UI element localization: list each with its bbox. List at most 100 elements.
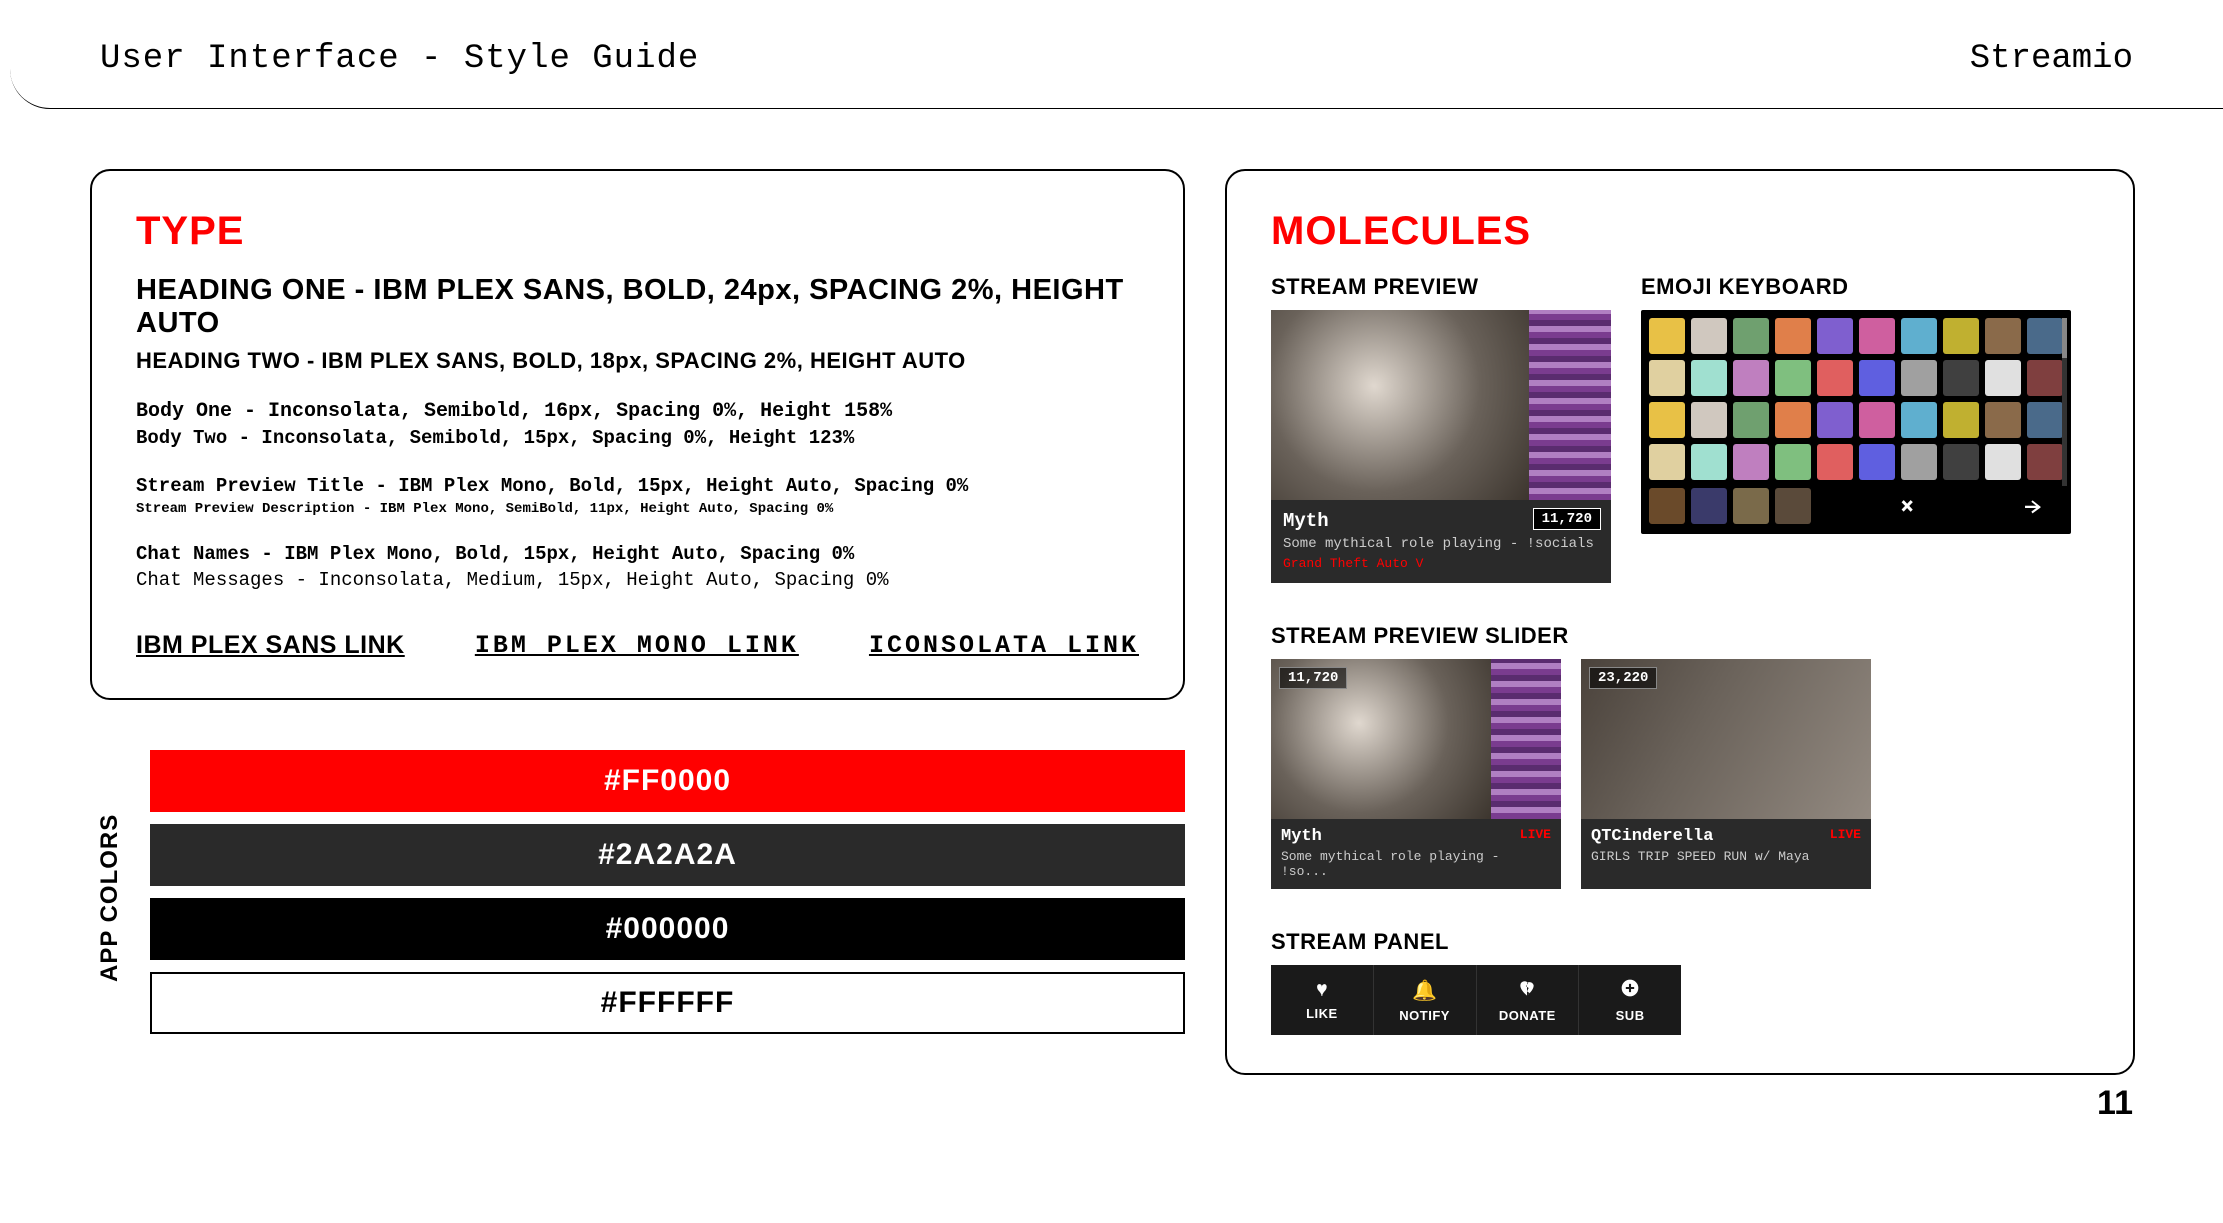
emoji-cell[interactable]: [1691, 402, 1727, 438]
slider-title: QTCinderella: [1591, 827, 1861, 846]
app-colors-label: APP COLORS: [90, 750, 130, 1046]
slider-card[interactable]: 11,720 LIVE Myth Some mythical role play…: [1271, 659, 1561, 889]
stream-preview-title-spec: Stream Preview Title - IBM Plex Mono, Bo…: [136, 475, 1139, 497]
slider-description: GIRLS TRIP SPEED RUN w/ Maya: [1591, 849, 1861, 864]
body-one-spec: Body One - Inconsolata, Semibold, 16px, …: [136, 400, 1139, 423]
emoji-scrollbar[interactable]: [2062, 318, 2067, 486]
slider-card[interactable]: 23,220 LIVE QTCinderella GIRLS TRIP SPEE…: [1581, 659, 1871, 889]
type-section-title: TYPE: [136, 209, 1139, 254]
emoji-cell[interactable]: [1901, 444, 1937, 480]
emoji-cell[interactable]: [1859, 318, 1895, 354]
emoji-keyboard[interactable]: ✕ →: [1641, 310, 2071, 534]
body-two-spec: Body Two - Inconsolata, Semibold, 15px, …: [136, 427, 1139, 449]
chat-names-spec: Chat Names - IBM Plex Mono, Bold, 15px, …: [136, 543, 1139, 565]
like-button[interactable]: ♥ LIKE: [1271, 965, 1374, 1035]
emoji-cell[interactable]: [1817, 360, 1853, 396]
ibm-plex-sans-link[interactable]: IBM PLEX SANS LINK: [136, 631, 405, 660]
emoji-cell[interactable]: [1817, 402, 1853, 438]
notify-button[interactable]: 🔔 NOTIFY: [1374, 965, 1477, 1035]
donate-label: DONATE: [1499, 1008, 1556, 1023]
sub-button[interactable]: SUB: [1579, 965, 1681, 1035]
donate-button[interactable]: DONATE: [1477, 965, 1580, 1035]
emoji-cell[interactable]: [1859, 360, 1895, 396]
emoji-cell[interactable]: [1649, 402, 1685, 438]
heart-icon: ♥: [1317, 979, 1327, 1000]
emoji-cell[interactable]: [1859, 402, 1895, 438]
emoji-cell[interactable]: [1943, 318, 1979, 354]
emoji-cell[interactable]: [1985, 402, 2021, 438]
emoji-cell[interactable]: [1901, 360, 1937, 396]
slider-description: Some mythical role playing - !so...: [1281, 849, 1551, 879]
page-title: User Interface - Style Guide: [100, 40, 699, 78]
stream-preview-card[interactable]: 11,720 Myth Some mythical role playing -…: [1271, 310, 1611, 583]
emoji-cell[interactable]: [2027, 360, 2063, 396]
viewer-count-badge: 11,720: [1533, 508, 1601, 530]
ibm-plex-mono-link[interactable]: IBM PLEX MONO LINK: [475, 631, 799, 660]
notify-label: NOTIFY: [1399, 1008, 1450, 1023]
emoji-cell[interactable]: [2027, 318, 2063, 354]
plus-circle-icon: [1620, 978, 1640, 1002]
heading-two-spec: HEADING TWO - IBM PLEX SANS, BOLD, 18px,…: [136, 348, 1139, 374]
emoji-cell[interactable]: [1817, 318, 1853, 354]
emoji-cell[interactable]: [1901, 402, 1937, 438]
color-swatch-white: #FFFFFF: [150, 972, 1185, 1034]
emoji-cell[interactable]: [1901, 318, 1937, 354]
emoji-cell[interactable]: [1943, 402, 1979, 438]
heading-one-spec: HEADING ONE - IBM PLEX SANS, BOLD, 24px,…: [136, 274, 1139, 340]
molecules-section-title: MOLECULES: [1271, 209, 2089, 254]
emoji-cell[interactable]: [1691, 318, 1727, 354]
inconsolata-link[interactable]: ICONSOLATA LINK: [869, 631, 1139, 660]
stream-game: Grand Theft Auto V: [1283, 556, 1599, 571]
emoji-cell[interactable]: [1775, 444, 1811, 480]
stream-preview-slider-label: STREAM PREVIEW SLIDER: [1271, 623, 2089, 649]
slider-title: Myth: [1281, 827, 1551, 846]
stream-preview-desc-spec: Stream Preview Description - IBM Plex Mo…: [136, 501, 1139, 517]
emoji-cell[interactable]: [1733, 318, 1769, 354]
emoji-cell[interactable]: [1691, 488, 1727, 524]
page-number: 11: [2097, 1084, 2133, 1123]
emoji-cell[interactable]: [1985, 318, 2021, 354]
emoji-cell[interactable]: [1649, 488, 1685, 524]
broken-heart-icon: [1517, 978, 1537, 1002]
emoji-cell[interactable]: [2027, 402, 2063, 438]
emoji-cell[interactable]: [1775, 318, 1811, 354]
viewer-count-badge: 11,720: [1279, 667, 1347, 689]
emoji-cell[interactable]: [1691, 360, 1727, 396]
emoji-cell[interactable]: [1775, 360, 1811, 396]
emoji-cell[interactable]: [1775, 402, 1811, 438]
emoji-cell[interactable]: [1985, 444, 2021, 480]
like-label: LIKE: [1306, 1006, 1338, 1021]
emoji-cell[interactable]: [1691, 444, 1727, 480]
viewer-count-badge: 23,220: [1589, 667, 1657, 689]
stream-preview-label: STREAM PREVIEW: [1271, 274, 1611, 300]
emoji-cell[interactable]: [2027, 444, 2063, 480]
close-icon[interactable]: ✕: [1888, 490, 1926, 522]
emoji-cell[interactable]: [1943, 360, 1979, 396]
emoji-cell[interactable]: [1649, 360, 1685, 396]
color-swatch-black: #000000: [150, 898, 1185, 960]
emoji-cell[interactable]: [1775, 488, 1811, 524]
color-swatch-red: #FF0000: [150, 750, 1185, 812]
stream-action-bar: ♥ LIKE 🔔 NOTIFY DONATE: [1271, 965, 1681, 1035]
app-colors-block: APP COLORS #FF0000 #2A2A2A #000000 #FFFF…: [90, 750, 1185, 1046]
arrow-right-icon[interactable]: →: [2003, 489, 2063, 524]
emoji-cell[interactable]: [1649, 318, 1685, 354]
slider-thumbnail: 23,220: [1581, 659, 1871, 819]
emoji-cell[interactable]: [1733, 488, 1769, 524]
emoji-cell[interactable]: [1859, 444, 1895, 480]
emoji-cell[interactable]: [1733, 402, 1769, 438]
emoji-cell[interactable]: [1733, 444, 1769, 480]
emoji-cell[interactable]: [1985, 360, 2021, 396]
emoji-cell[interactable]: [1733, 360, 1769, 396]
emoji-cell[interactable]: [1817, 444, 1853, 480]
type-panel: TYPE HEADING ONE - IBM PLEX SANS, BOLD, …: [90, 169, 1185, 700]
color-swatch-darkgray: #2A2A2A: [150, 824, 1185, 886]
sub-label: SUB: [1616, 1008, 1645, 1023]
molecules-panel: MOLECULES STREAM PREVIEW 11,720 Myth Som…: [1225, 169, 2135, 1075]
emoji-cell[interactable]: [1649, 444, 1685, 480]
stream-panel-label: STREAM PANEL: [1271, 929, 2089, 955]
stream-preview-thumbnail: [1271, 310, 1611, 500]
brand-name: Streamio: [1970, 40, 2133, 78]
emoji-keyboard-label: EMOJI KEYBOARD: [1641, 274, 2089, 300]
emoji-cell[interactable]: [1943, 444, 1979, 480]
